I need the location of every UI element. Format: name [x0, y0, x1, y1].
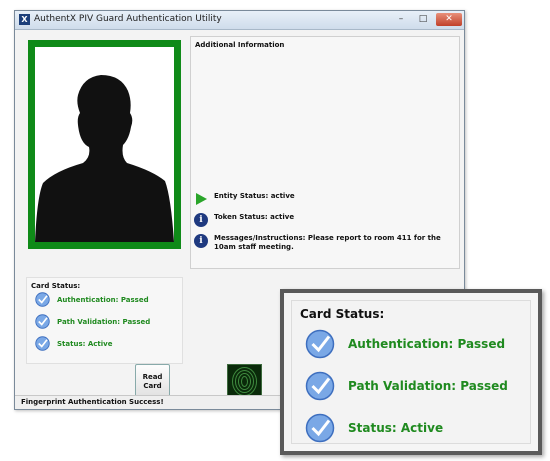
person-silhouette-icon — [35, 75, 174, 242]
info-title: Additional Information — [195, 41, 285, 49]
check-circle-icon — [305, 329, 335, 359]
check-circle-icon — [305, 413, 335, 443]
check-circle-icon — [35, 292, 50, 307]
entity-status-text: Entity Status: active — [214, 192, 295, 200]
status-message: Fingerprint Authentication Success! — [21, 398, 164, 406]
read-card-button[interactable]: Read Card — [135, 364, 170, 399]
card-status-zoom-callout: Card Status: Authentication: Passed Path… — [280, 289, 542, 455]
close-button[interactable]: ✕ — [436, 13, 462, 26]
token-status-row: i Token Status: active — [194, 213, 454, 227]
window-title: AuthentX PIV Guard Authentication Utilit… — [34, 14, 222, 24]
read-card-label: Read Card — [142, 372, 163, 390]
additional-info-panel: Additional Information Entity Status: ac… — [190, 36, 460, 269]
zoom-card-status-panel: Card Status: Authentication: Passed Path… — [291, 300, 531, 444]
info-icon: i — [194, 213, 208, 227]
info-icon: i — [194, 234, 208, 248]
card-status-item: Status: Active — [35, 336, 112, 351]
title-bar[interactable]: X AuthentX PIV Guard Authentication Util… — [15, 11, 464, 30]
maximize-button[interactable]: □ — [412, 13, 434, 26]
zoom-status-item: Authentication: Passed — [305, 329, 505, 359]
card-status-item: Authentication: Passed — [35, 292, 149, 307]
zoom-card-status-title: Card Status: — [300, 307, 385, 321]
card-status-panel: Card Status: Authentication: Passed Path… — [26, 277, 183, 364]
messages-text: Messages/Instructions: Please report to … — [214, 234, 441, 251]
card-status-item: Path Validation: Passed — [35, 314, 150, 329]
zoom-authentication-status: Authentication: Passed — [348, 337, 506, 351]
check-circle-icon — [35, 314, 50, 329]
card-status-title: Card Status: — [31, 282, 81, 290]
app-logo-icon: X — [19, 14, 30, 25]
zoom-path-validation-status: Path Validation: Passed — [348, 379, 508, 393]
token-status-text: Token Status: active — [214, 213, 295, 221]
play-arrow-icon — [196, 193, 207, 205]
zoom-status-item: Path Validation: Passed — [305, 371, 508, 401]
messages-row: i Messages/Instructions: Please report t… — [194, 234, 454, 252]
zoom-status-item: Status: Active — [305, 413, 443, 443]
entity-status-row: Entity Status: active — [194, 192, 454, 206]
active-status: Status: Active — [57, 339, 113, 348]
zoom-active-status: Status: Active — [348, 421, 444, 435]
check-circle-icon — [305, 371, 335, 401]
minimize-button[interactable]: – — [390, 13, 412, 26]
cardholder-photo — [28, 40, 181, 249]
check-circle-icon — [35, 336, 50, 351]
path-validation-status: Path Validation: Passed — [57, 317, 151, 326]
fingerprint-icon — [227, 364, 262, 399]
authentication-status: Authentication: Passed — [57, 295, 149, 304]
